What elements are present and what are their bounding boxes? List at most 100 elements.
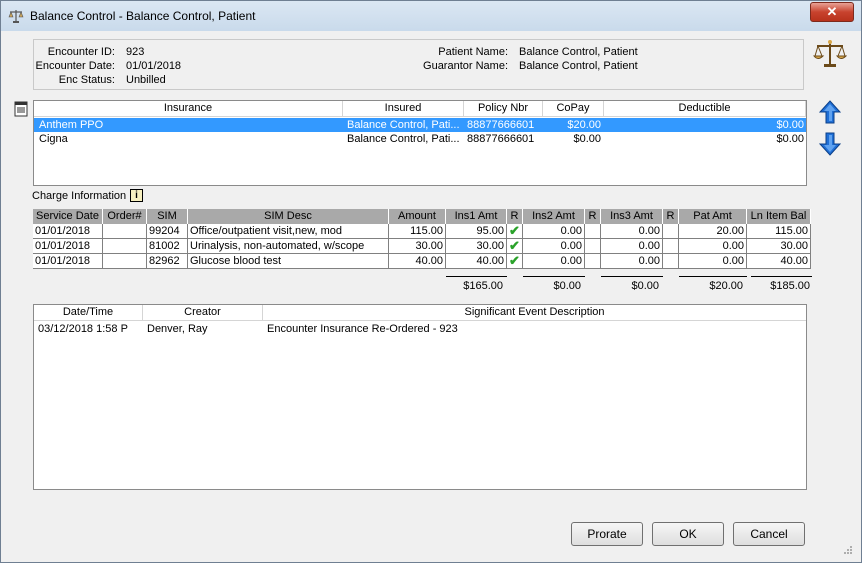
ins2-amt[interactable]: 0.00 bbox=[523, 239, 585, 254]
pat-amt[interactable]: 0.00 bbox=[679, 254, 747, 269]
r3-cell[interactable] bbox=[663, 254, 679, 269]
event-log-list[interactable]: Date/Time Creator Significant Event Desc… bbox=[33, 304, 807, 490]
col-r2[interactable]: R bbox=[585, 209, 601, 224]
service-date: 01/01/2018 bbox=[33, 239, 103, 254]
insurance-row[interactable]: Cigna Balance Control, Pati... 888776666… bbox=[34, 132, 806, 146]
enc-status-label: Enc Status: bbox=[58, 74, 115, 86]
r3-cell[interactable] bbox=[663, 239, 679, 254]
charge-grid: Service Date Order# SIM SIM Desc Amount … bbox=[33, 209, 812, 269]
total-divider bbox=[601, 276, 663, 277]
ins1-amt[interactable]: 30.00 bbox=[446, 239, 507, 254]
cancel-button[interactable]: Cancel bbox=[733, 522, 805, 546]
col-r3[interactable]: R bbox=[663, 209, 679, 224]
col-creator[interactable]: Creator bbox=[143, 305, 263, 321]
col-ins3-amt[interactable]: Ins3 Amt bbox=[601, 209, 663, 224]
notepad-icon[interactable] bbox=[13, 101, 29, 117]
total-divider bbox=[446, 276, 507, 277]
deductible: $0.00 bbox=[776, 119, 804, 131]
arrow-up-icon[interactable] bbox=[819, 100, 841, 124]
sim-code: 99204 bbox=[147, 224, 188, 239]
enc-status-value: Unbilled bbox=[126, 74, 166, 86]
checkmark-icon[interactable]: ✔ bbox=[507, 254, 523, 269]
col-service-date[interactable]: Service Date bbox=[33, 209, 103, 224]
table-row[interactable]: 01/01/2018 99204 Office/outpatient visit… bbox=[33, 224, 812, 239]
col-date-time[interactable]: Date/Time bbox=[34, 305, 143, 321]
col-deductible[interactable]: Deductible bbox=[604, 101, 806, 117]
r3-cell[interactable] bbox=[663, 224, 679, 239]
arrow-down-icon[interactable] bbox=[819, 132, 841, 156]
pat-amt[interactable]: 0.00 bbox=[679, 239, 747, 254]
sim-desc: Urinalysis, non-automated, w/scope bbox=[188, 239, 389, 254]
col-policy-nbr[interactable]: Policy Nbr bbox=[464, 101, 543, 117]
encounter-header: Encounter ID: 923 Encounter Date: 01/01/… bbox=[33, 39, 804, 90]
order-number[interactable] bbox=[103, 254, 147, 269]
list-item[interactable]: 03/12/2018 1:58 P Denver, Ray Encounter … bbox=[34, 322, 806, 336]
ok-button[interactable]: OK bbox=[652, 522, 724, 546]
event-creator: Denver, Ray bbox=[147, 323, 208, 335]
copay: $20.00 bbox=[567, 119, 601, 131]
scales-icon bbox=[813, 40, 847, 67]
order-number[interactable] bbox=[103, 224, 147, 239]
col-amount[interactable]: Amount bbox=[389, 209, 446, 224]
r2-cell[interactable] bbox=[585, 224, 601, 239]
ins2-amt[interactable]: 0.00 bbox=[523, 224, 585, 239]
col-insured[interactable]: Insured bbox=[343, 101, 464, 117]
sim-desc: Glucose blood test bbox=[188, 254, 389, 269]
col-sim-desc[interactable]: SIM Desc bbox=[188, 209, 389, 224]
patient-name-value: Balance Control, Patient bbox=[519, 46, 638, 58]
pat-amt[interactable]: 20.00 bbox=[679, 224, 747, 239]
ins1-amt[interactable]: 95.00 bbox=[446, 224, 507, 239]
resize-grip-icon[interactable] bbox=[842, 544, 853, 555]
insurance-list[interactable]: Insurance Insured Policy Nbr CoPay Deduc… bbox=[33, 100, 807, 186]
checkmark-icon[interactable]: ✔ bbox=[507, 224, 523, 239]
deductible: $0.00 bbox=[776, 133, 804, 145]
col-insurance[interactable]: Insurance bbox=[34, 101, 343, 117]
total-bal: $185.00 bbox=[770, 280, 810, 292]
ins3-amt[interactable]: 0.00 bbox=[601, 239, 663, 254]
col-event-description[interactable]: Significant Event Description bbox=[263, 305, 806, 321]
title-bar[interactable]: Balance Control - Balance Control, Patie… bbox=[1, 1, 861, 31]
ln-item-bal: 30.00 bbox=[747, 239, 811, 254]
ins3-amt[interactable]: 0.00 bbox=[601, 254, 663, 269]
ins3-amt[interactable]: 0.00 bbox=[601, 224, 663, 239]
total-divider bbox=[523, 276, 585, 277]
ln-item-bal: 115.00 bbox=[747, 224, 811, 239]
col-ln-item-bal[interactable]: Ln Item Bal bbox=[747, 209, 811, 224]
col-sim[interactable]: SIM bbox=[147, 209, 188, 224]
total-pat: $20.00 bbox=[709, 280, 743, 292]
total-ins1: $165.00 bbox=[463, 280, 503, 292]
event-description: Encounter Insurance Re-Ordered - 923 bbox=[267, 323, 458, 335]
service-date: 01/01/2018 bbox=[33, 224, 103, 239]
close-button[interactable]: ✕ bbox=[810, 2, 854, 22]
table-row[interactable]: 01/01/2018 82962 Glucose blood test 40.0… bbox=[33, 254, 812, 269]
ins2-amt[interactable]: 0.00 bbox=[523, 254, 585, 269]
col-order[interactable]: Order# bbox=[103, 209, 147, 224]
col-r1[interactable]: R bbox=[507, 209, 523, 224]
amount: 40.00 bbox=[389, 254, 446, 269]
checkmark-icon[interactable]: ✔ bbox=[507, 239, 523, 254]
balance-control-window: Balance Control - Balance Control, Patie… bbox=[0, 0, 862, 563]
ins1-amt[interactable]: 40.00 bbox=[446, 254, 507, 269]
encounter-date-label: Encounter Date: bbox=[35, 60, 116, 72]
sim-desc: Office/outpatient visit,new, mod bbox=[188, 224, 389, 239]
encounter-date-value: 01/01/2018 bbox=[126, 60, 182, 72]
col-pat-amt[interactable]: Pat Amt bbox=[679, 209, 747, 224]
guarantor-name-value: Balance Control, Patient bbox=[519, 60, 638, 72]
r2-cell[interactable] bbox=[585, 239, 601, 254]
col-copay[interactable]: CoPay bbox=[543, 101, 604, 117]
event-datetime: 03/12/2018 1:58 P bbox=[38, 323, 128, 335]
info-icon[interactable]: i bbox=[130, 189, 143, 202]
table-row[interactable]: 01/01/2018 81002 Urinalysis, non-automat… bbox=[33, 239, 812, 254]
amount: 30.00 bbox=[389, 239, 446, 254]
insurance-name: Anthem PPO bbox=[39, 119, 104, 131]
col-ins1-amt[interactable]: Ins1 Amt bbox=[446, 209, 507, 224]
prorate-button[interactable]: Prorate bbox=[571, 522, 643, 546]
patient-name-label: Patient Name: bbox=[438, 46, 508, 58]
total-ins2: $0.00 bbox=[553, 280, 581, 292]
r2-cell[interactable] bbox=[585, 254, 601, 269]
copay: $0.00 bbox=[573, 133, 601, 145]
col-ins2-amt[interactable]: Ins2 Amt bbox=[523, 209, 585, 224]
insured-name: Balance Control, Pati... bbox=[347, 119, 460, 131]
insurance-row[interactable]: Anthem PPO Balance Control, Pati... 8887… bbox=[34, 118, 806, 132]
order-number[interactable] bbox=[103, 239, 147, 254]
